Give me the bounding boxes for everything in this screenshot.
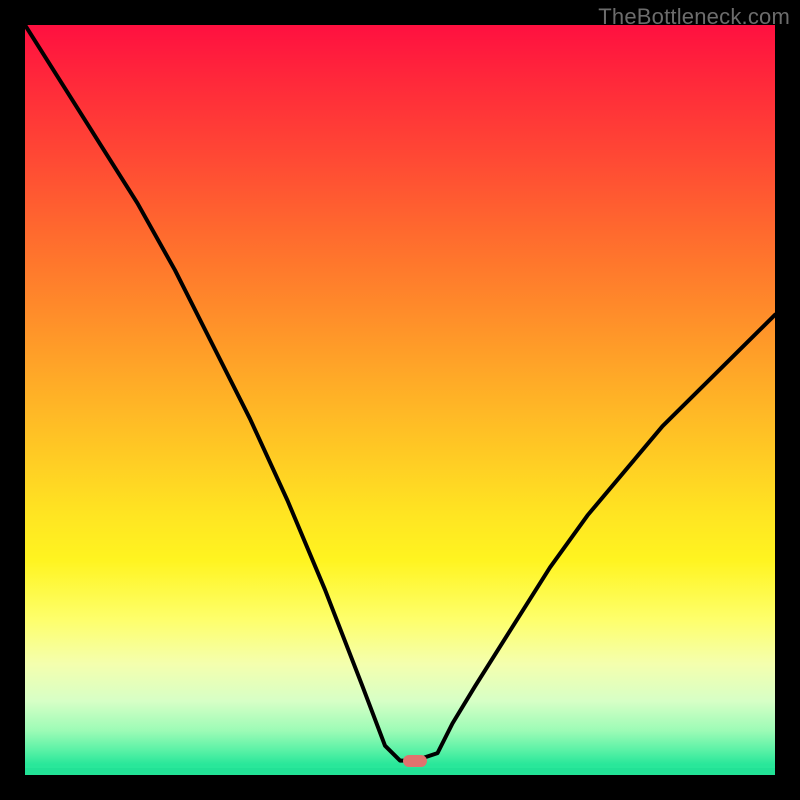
optimum-marker-icon — [403, 755, 427, 767]
plot-area — [25, 25, 775, 775]
curve-path — [25, 25, 775, 761]
chart-frame: TheBottleneck.com — [0, 0, 800, 800]
watermark-text: TheBottleneck.com — [598, 4, 790, 30]
bottleneck-curve — [25, 25, 775, 775]
